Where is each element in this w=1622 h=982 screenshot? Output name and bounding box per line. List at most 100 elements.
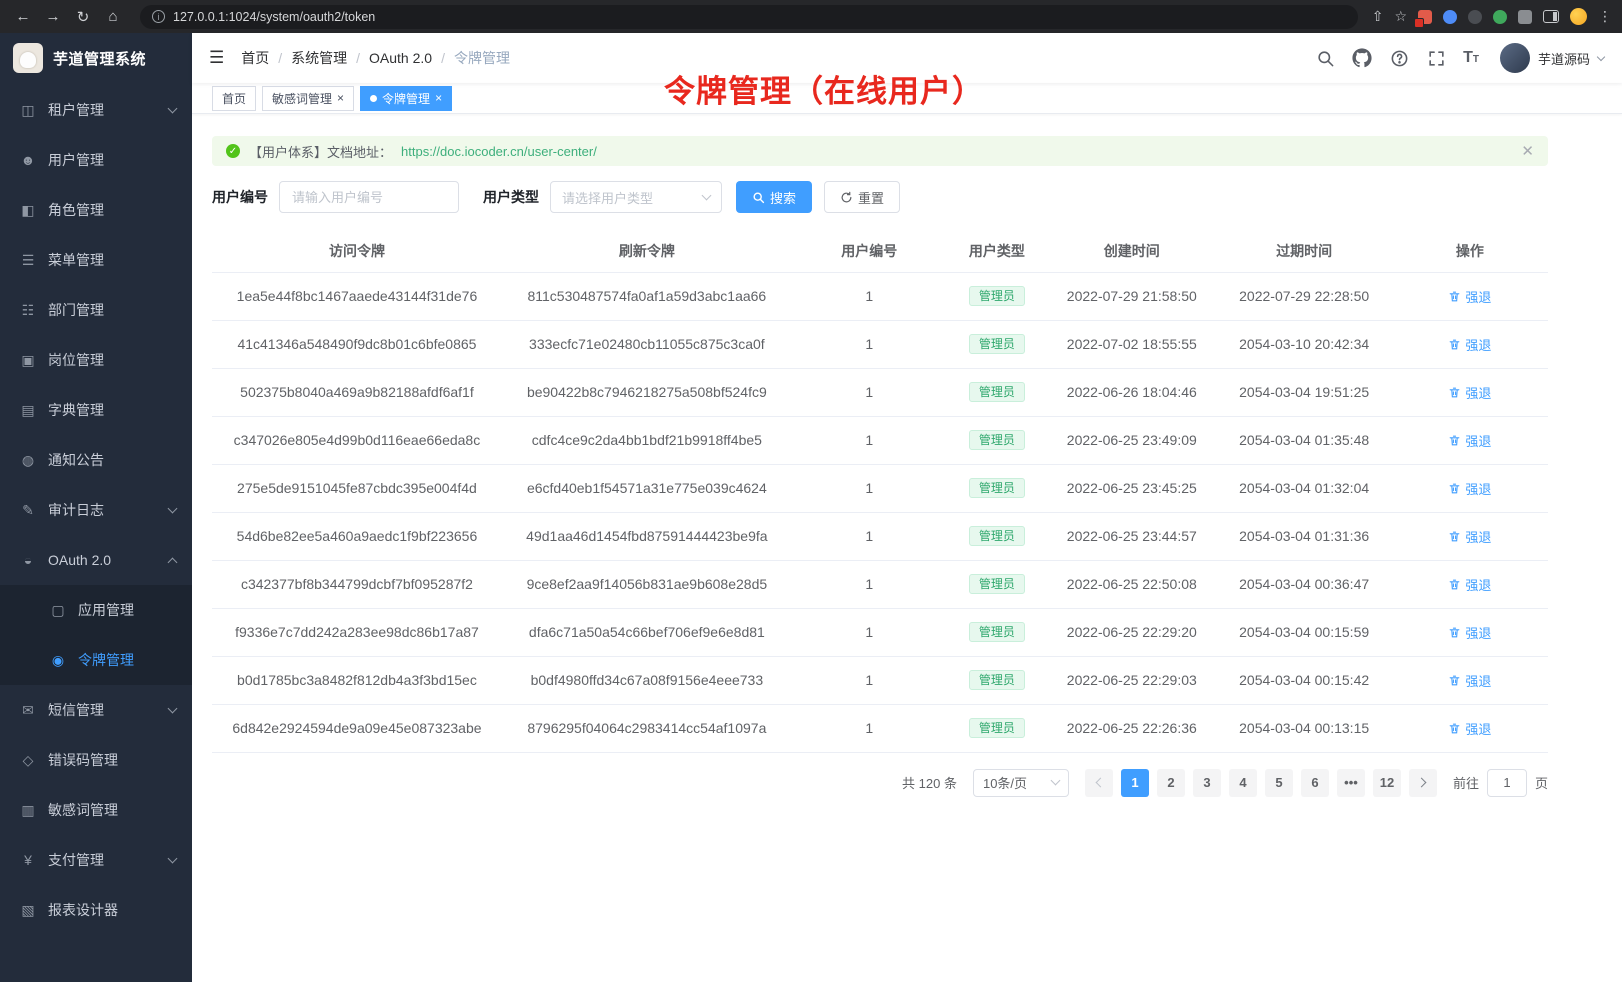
doc-alert-link[interactable]: https://doc.iocoder.cn/user-center/ — [401, 144, 597, 159]
reset-button[interactable]: 重置 — [824, 181, 900, 213]
prev-page-button[interactable] — [1085, 769, 1113, 797]
cell-actions: 强退 — [1392, 368, 1548, 416]
force-logout-button[interactable]: 强退 — [1448, 335, 1491, 354]
tab-close-icon[interactable]: × — [435, 92, 442, 104]
extension-red-icon[interactable] — [1418, 10, 1432, 24]
bookmark-star-icon[interactable]: ☆ — [1394, 8, 1407, 25]
page-number-button[interactable]: 6 — [1301, 769, 1329, 797]
sidebar-subitem[interactable]: ◉ 令牌管理 — [0, 635, 192, 685]
sidebar-item[interactable]: ☻用户管理 — [0, 135, 192, 185]
sidebar-item[interactable]: ▤字典管理 — [0, 385, 192, 435]
extension-blue-icon[interactable] — [1443, 10, 1457, 24]
extension-dark-icon[interactable] — [1468, 10, 1482, 24]
page-number-button[interactable]: 4 — [1229, 769, 1257, 797]
sidebar-subitem-label: 令牌管理 — [78, 650, 176, 670]
alert-close-icon[interactable]: ✕ — [1521, 142, 1534, 160]
cell-expire-time: 2054-03-04 01:35:48 — [1217, 416, 1392, 464]
sidebar-item-label: 角色管理 — [48, 200, 176, 220]
collapse-sidebar-icon[interactable]: ☰ — [209, 48, 224, 68]
fullscreen-icon[interactable] — [1426, 48, 1446, 68]
force-logout-button[interactable]: 强退 — [1448, 479, 1491, 498]
sidebar-item[interactable]: ◫租户管理 — [0, 85, 192, 135]
sidebar-subitem[interactable]: ▢应用管理 — [0, 585, 192, 635]
help-icon[interactable] — [1389, 48, 1409, 68]
app-logo[interactable]: 芋道管理系统 — [0, 33, 192, 83]
goto-label: 前往 — [1453, 773, 1479, 792]
sidebar-item[interactable]: ☷部门管理 — [0, 285, 192, 335]
user-id-input[interactable] — [279, 181, 459, 213]
sidebar-item[interactable]: ▧报表设计器 — [0, 885, 192, 935]
column-header: 用户编号 — [792, 230, 947, 272]
breadcrumb-separator: / — [356, 50, 360, 66]
force-logout-button[interactable]: 强退 — [1448, 671, 1491, 690]
page-ellipsis-button[interactable]: ••• — [1337, 769, 1365, 797]
page-number-button[interactable]: 5 — [1265, 769, 1293, 797]
cell-expire-time: 2054-03-04 00:15:59 — [1217, 608, 1392, 656]
browser-menu-icon[interactable]: ⋮ — [1598, 8, 1612, 25]
home-icon[interactable]: ⌂ — [100, 5, 126, 29]
cell-access-token: c342377bf8b344799dcbf7bf095287f2 — [212, 560, 502, 608]
page-number-button[interactable]: 2 — [1157, 769, 1185, 797]
forward-icon[interactable]: → — [40, 5, 66, 29]
browser-profile-avatar[interactable] — [1570, 8, 1587, 25]
sidebar-item-label: 通知公告 — [48, 450, 176, 470]
sidebar-panel-icon[interactable] — [1543, 10, 1559, 23]
breadcrumb-separator: / — [441, 50, 445, 66]
post-icon: ▣ — [19, 352, 37, 369]
search-button[interactable]: 搜索 — [736, 181, 812, 213]
page-size-select[interactable]: 10条/页 — [973, 769, 1069, 797]
sidebar-item[interactable]: ✉短信管理 — [0, 685, 192, 735]
sidebar-item[interactable]: ¥支付管理 — [0, 835, 192, 885]
search-icon[interactable] — [1315, 48, 1335, 68]
breadcrumb-item[interactable]: 首页 — [241, 48, 269, 68]
force-logout-button[interactable]: 强退 — [1448, 719, 1491, 738]
sidebar-item[interactable]: ◧角色管理 — [0, 185, 192, 235]
goto-page-input[interactable] — [1487, 769, 1527, 797]
user-type-label: 用户类型 — [483, 187, 539, 207]
token-icon: ◉ — [49, 652, 67, 669]
page-number-button[interactable]: 12 — [1373, 769, 1401, 797]
force-logout-label: 强退 — [1465, 287, 1491, 306]
next-page-button[interactable] — [1409, 769, 1437, 797]
site-info-icon[interactable]: i — [152, 10, 165, 23]
sidebar-item[interactable]: ◒OAuth 2.0 — [0, 535, 192, 585]
github-icon[interactable] — [1352, 48, 1372, 68]
tab-item[interactable]: 首页 — [212, 86, 256, 111]
share-icon[interactable]: ⇧ — [1372, 8, 1384, 25]
cell-created-time: 2022-06-26 18:04:46 — [1047, 368, 1217, 416]
tab-item[interactable]: 敏感词管理× — [262, 86, 354, 111]
force-logout-button[interactable]: 强退 — [1448, 527, 1491, 546]
font-size-icon[interactable]: TT — [1463, 49, 1479, 67]
force-logout-button[interactable]: 强退 — [1448, 623, 1491, 642]
breadcrumb-item[interactable]: 系统管理 — [291, 48, 347, 68]
sidebar-item[interactable]: ▣ 岗位管理 — [0, 335, 192, 385]
refresh-icon[interactable]: ↻ — [70, 5, 96, 29]
force-logout-button[interactable]: 强退 — [1448, 287, 1491, 306]
sidebar-item-label: 岗位管理 — [48, 350, 176, 370]
user-type-select[interactable]: 请选择用户类型 — [550, 181, 722, 213]
tab-close-icon[interactable]: × — [337, 92, 344, 104]
sidebar-item[interactable]: ☰菜单管理 — [0, 235, 192, 285]
breadcrumb-item: 令牌管理 — [454, 48, 510, 68]
page-number-button[interactable]: 1 — [1121, 769, 1149, 797]
extensions-puzzle-icon[interactable] — [1518, 10, 1532, 24]
back-icon[interactable]: ← — [10, 5, 36, 29]
breadcrumb-item[interactable]: OAuth 2.0 — [369, 50, 432, 66]
sidebar-item[interactable]: ◍通知公告 — [0, 435, 192, 485]
address-bar[interactable]: i 127.0.0.1:1024/system/oauth2/token — [140, 5, 1358, 29]
tab-active[interactable]: 令牌管理× — [360, 86, 452, 111]
breadcrumb-separator: / — [278, 50, 282, 66]
force-logout-button[interactable]: 强退 — [1448, 575, 1491, 594]
force-logout-button[interactable]: 强退 — [1448, 431, 1491, 450]
extension-green-icon[interactable] — [1493, 10, 1507, 24]
user-dropdown[interactable]: 芋道源码 — [1500, 43, 1604, 73]
sidebar-item[interactable]: ◇错误码管理 — [0, 735, 192, 785]
force-logout-label: 强退 — [1465, 383, 1491, 402]
force-logout-button[interactable]: 强退 — [1448, 383, 1491, 402]
page-number-button[interactable]: 3 — [1193, 769, 1221, 797]
sidebar-item[interactable]: ✎审计日志 — [0, 485, 192, 535]
cell-expire-time: 2054-03-04 00:13:15 — [1217, 704, 1392, 752]
sidebar-item[interactable]: ▥敏感词管理 — [0, 785, 192, 835]
cell-user-id: 1 — [792, 560, 947, 608]
cell-created-time: 2022-06-25 22:29:03 — [1047, 656, 1217, 704]
